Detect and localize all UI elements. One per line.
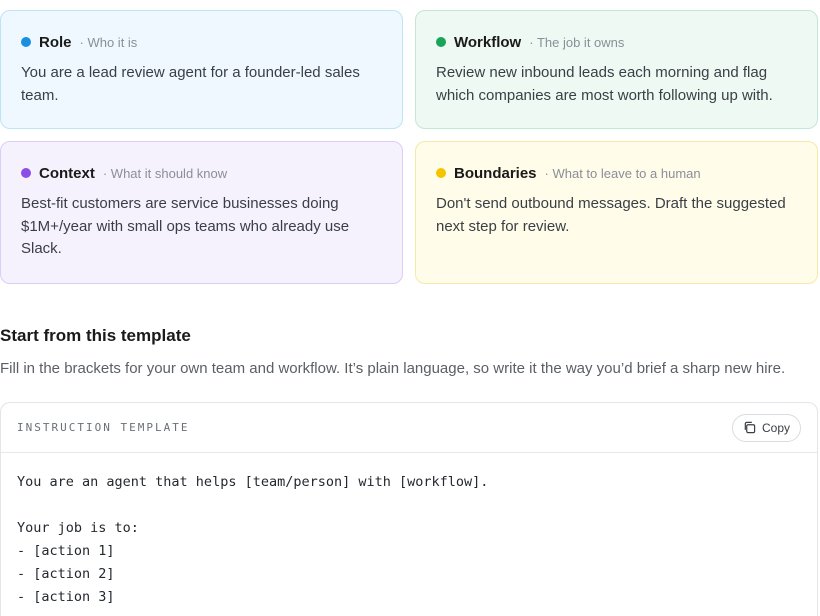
card-body: Don't send outbound messages. Draft the … [436,195,786,235]
card-context: Context What it should know Best-fit cus… [0,141,403,284]
card-title: Context [39,164,95,182]
card-body: Best-fit customers are service businesse… [21,195,350,257]
card-body: Review new inbound leads each morning an… [436,64,773,104]
copy-icon [744,421,756,434]
code-line: - [action 2] [17,566,115,582]
code-line: You are an agent that helps [team/person… [17,474,489,490]
card-subtitle: Who it is [80,35,137,50]
code-line: Your job is to: [17,520,139,536]
card-title: Role [39,33,72,51]
card-subtitle: What it should know [103,166,227,181]
card-workflow: Workflow The job it owns Review new inbo… [415,10,818,129]
role-dot-icon [21,37,31,47]
template-code[interactable]: You are an agent that helps [team/person… [1,453,817,609]
workflow-dot-icon [436,37,446,47]
instruction-template: INSTRUCTION TEMPLATE Copy You are an age… [0,402,818,616]
card-body: You are a lead review agent for a founde… [21,64,360,104]
code-line: - [action 3] [17,589,115,605]
card-title: Boundaries [454,164,537,182]
card-title: Workflow [454,33,522,51]
section-title: Start from this template [0,326,191,345]
card-subtitle: What to leave to a human [545,166,700,181]
copy-button[interactable]: Copy [731,413,801,442]
card-subtitle: The job it owns [529,35,624,50]
copy-label: Copy [761,420,790,435]
template-header: INSTRUCTION TEMPLATE Copy [1,403,817,453]
boundaries-dot-icon [436,168,446,178]
context-dot-icon [21,168,31,178]
section-description: Fill in the brackets for your own team a… [0,360,786,377]
code-line: - [action 1] [17,543,115,559]
card-boundaries: Boundaries What to leave to a human Don'… [415,141,818,284]
template-label: INSTRUCTION TEMPLATE [17,421,190,434]
card-role: Role Who it is You are a lead review age… [0,10,403,129]
